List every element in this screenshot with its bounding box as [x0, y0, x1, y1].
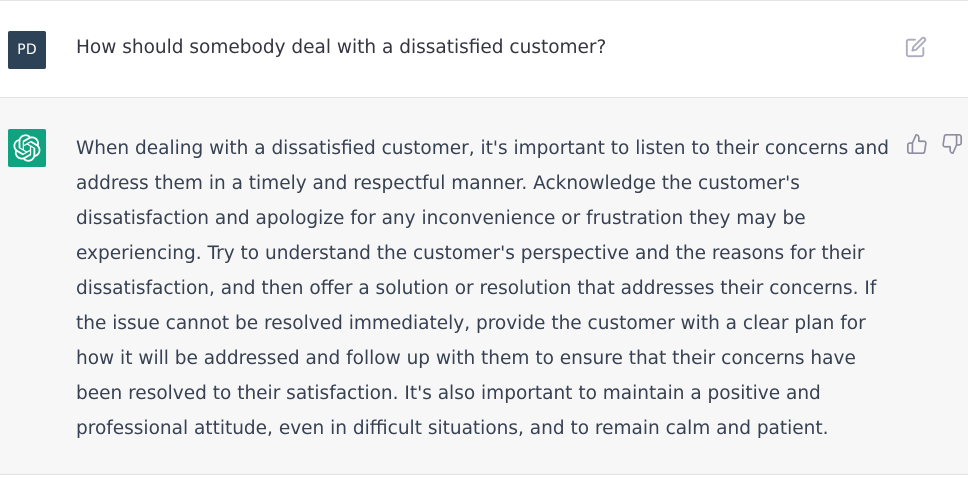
- chat-transcript: PD How should somebody deal with a dissa…: [0, 0, 968, 478]
- edit-message-button[interactable]: [905, 36, 927, 58]
- assistant-message-row: When dealing with a dissatisfied custome…: [0, 98, 968, 475]
- thumbs-down-button[interactable]: [941, 133, 963, 155]
- openai-logo-icon: [13, 134, 41, 162]
- assistant-avatar: [8, 129, 46, 167]
- assistant-message-text: When dealing with a dissatisfied custome…: [76, 138, 889, 439]
- user-message-row: PD How should somebody deal with a dissa…: [0, 0, 968, 98]
- thumbs-up-button[interactable]: [906, 133, 928, 155]
- edit-icon: [905, 36, 927, 58]
- user-avatar-initials: PD: [17, 42, 37, 58]
- thumbs-down-icon: [942, 134, 962, 154]
- thumbs-up-icon: [907, 134, 927, 154]
- user-message-text: How should somebody deal with a dissatis…: [76, 37, 607, 58]
- user-avatar: PD: [8, 31, 46, 69]
